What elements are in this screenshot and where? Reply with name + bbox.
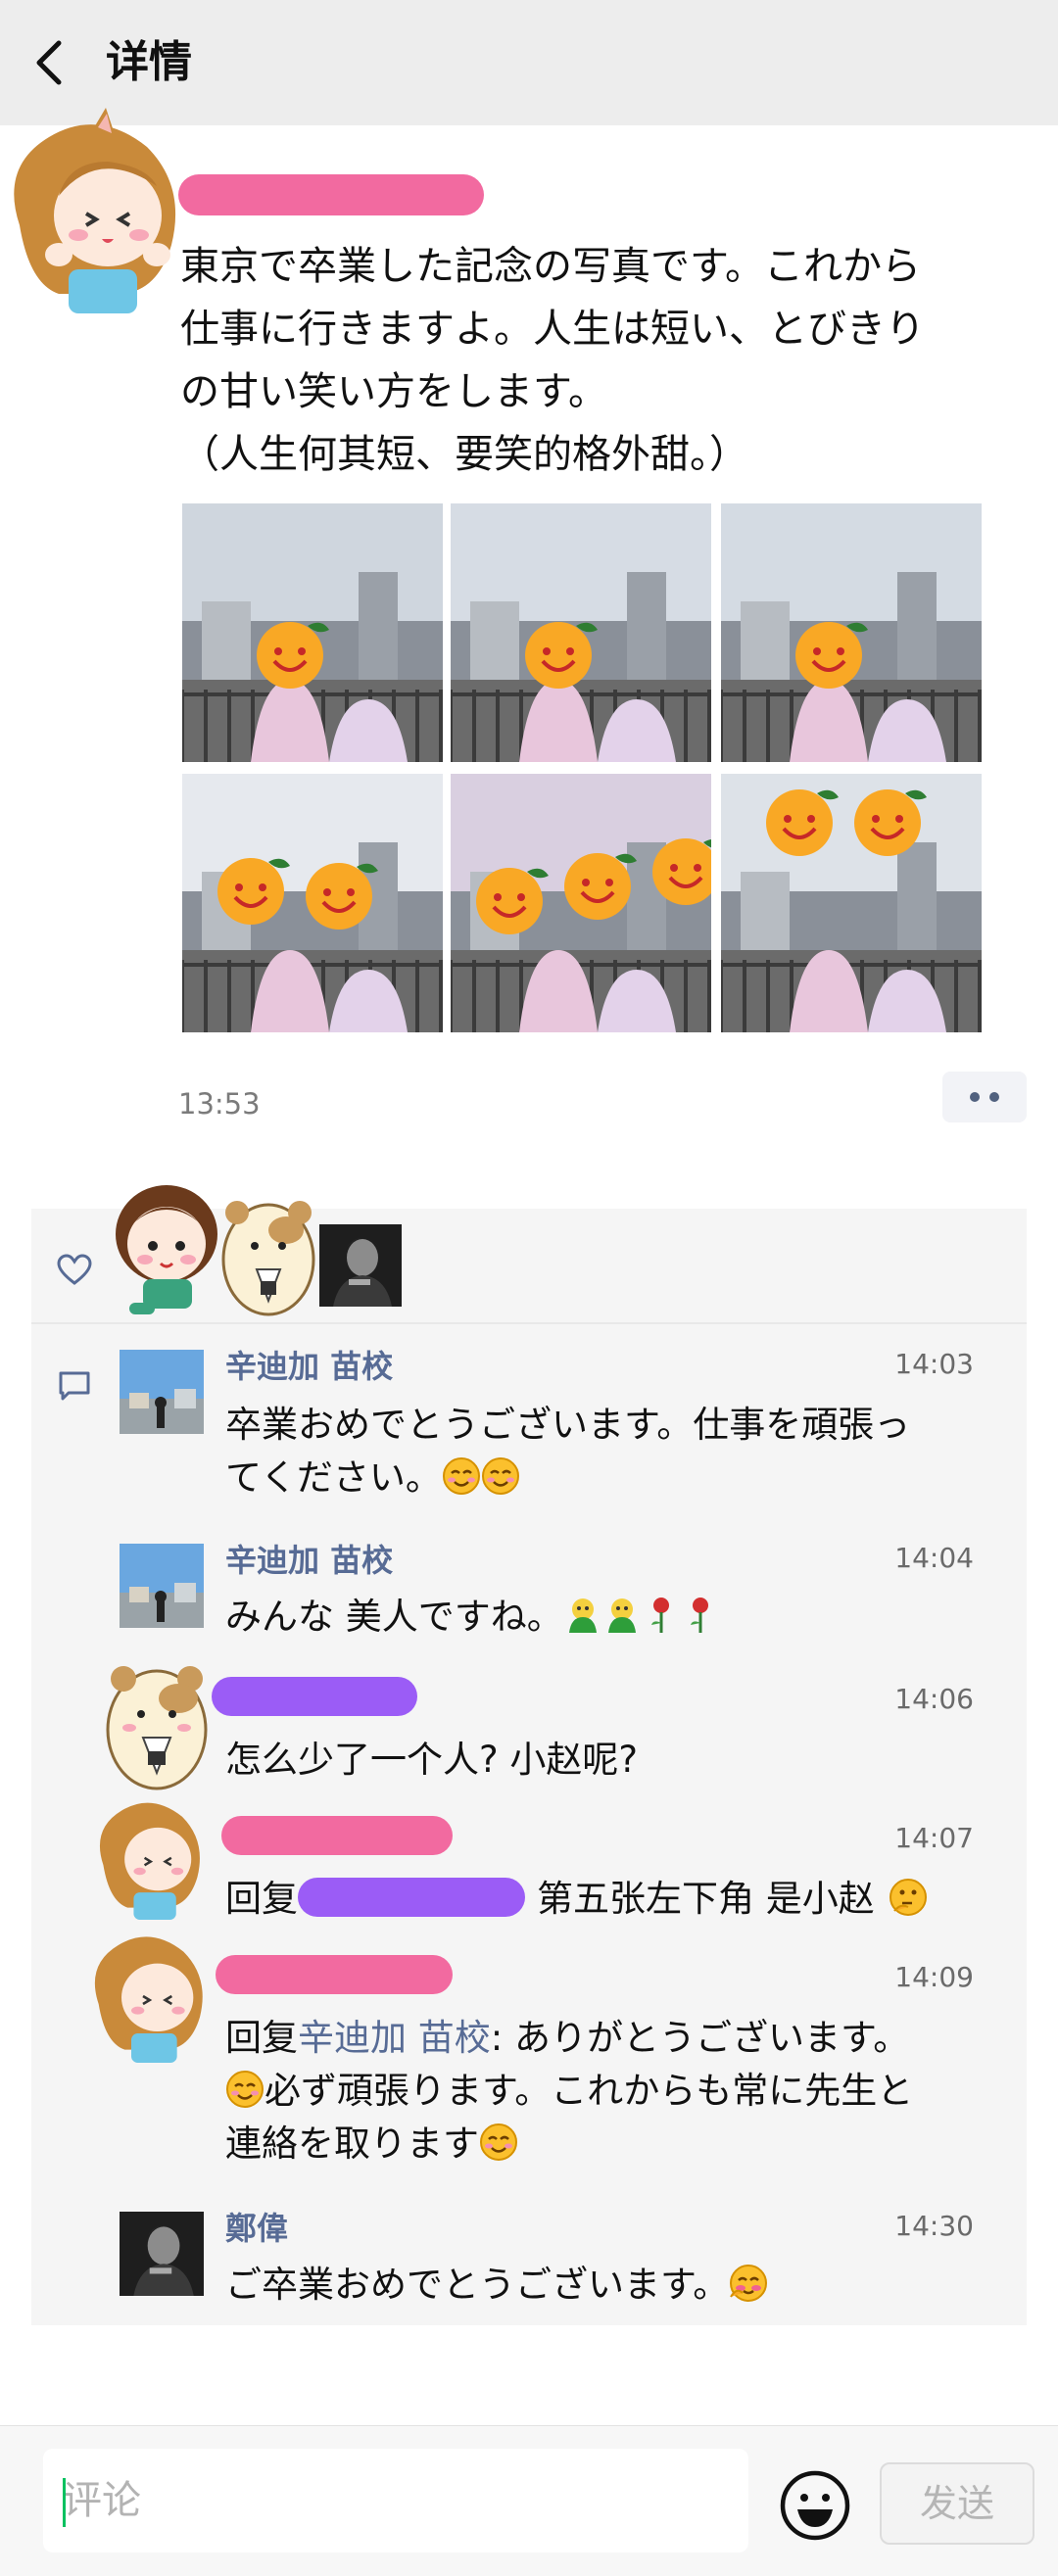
comment-time: 14:03 [894, 1348, 974, 1380]
comment-avatar[interactable] [120, 2212, 204, 2296]
comment-time: 14:07 [894, 1822, 974, 1854]
comment-text: 卒業おめでとうございます。仕事を頑張っ [225, 1404, 911, 1446]
comment-input[interactable] [43, 2449, 748, 2552]
thinking-face-emoji-icon [889, 1879, 927, 1916]
comment-text: 必ず頑張ります。これからも常に先生と [225, 2065, 913, 2118]
post-photo[interactable] [182, 503, 443, 762]
post-photo[interactable] [721, 774, 982, 1032]
comment-text: 怎么少了一个人? 小赵呢? [225, 1739, 639, 1781]
comment-avatar[interactable] [98, 1651, 216, 1796]
comment-avatar[interactable] [88, 1792, 216, 1920]
comment-time: 14:30 [894, 2210, 974, 2242]
comment-text: てください。 [225, 1452, 520, 1504]
comment-time: 14:06 [894, 1683, 974, 1715]
reply-target-link[interactable]: 辛迪加 苗校 [298, 2017, 491, 2059]
comment-text: 連絡を取ります [225, 2118, 518, 2171]
comment-text: 回复 第五张左下角 是小赵 [225, 1873, 928, 1926]
chevron-left-icon[interactable] [29, 37, 76, 88]
green-figure-emoji-icon [568, 1598, 597, 1633]
green-figure-emoji-icon [607, 1598, 636, 1633]
comment-time: 14:09 [894, 1961, 974, 1993]
comment-avatar[interactable] [82, 1926, 219, 2063]
comment-avatar[interactable] [120, 1350, 204, 1434]
comment-text: 回复辛迪加 苗校: ありがとうございます。 [225, 2017, 910, 2059]
send-button[interactable]: 发送 [880, 2462, 1034, 2545]
comment-author-redacted[interactable] [216, 1955, 453, 1994]
smiling-blush-emoji-icon [226, 2071, 264, 2108]
post-text-line: 仕事に行きますよ。人生は短い、とびきり [180, 307, 925, 352]
comment-text: みんな 美人ですね。 [225, 1591, 720, 1644]
post-timestamp: 13:53 [178, 1087, 261, 1121]
comment-time: 14:04 [894, 1542, 974, 1574]
post-photo[interactable] [451, 774, 711, 1032]
post-photo[interactable] [451, 503, 711, 762]
liker-avatar[interactable] [319, 1224, 402, 1307]
rose-emoji-icon [690, 1598, 708, 1633]
post-text-line: 東京で卒業した記念の写真です。これから [180, 244, 921, 289]
post-text-line: （人生何其短、要笑的格外甜。） [180, 432, 748, 477]
post-photo[interactable] [182, 774, 443, 1032]
comment-bubble-icon [57, 1369, 92, 1405]
more-options-button[interactable] [942, 1072, 1027, 1122]
author-name-redacted[interactable] [178, 174, 484, 215]
smiling-blush-emoji-icon [480, 2123, 517, 2161]
liker-avatar[interactable] [217, 1191, 319, 1328]
comment-avatar[interactable] [120, 1544, 204, 1628]
smiling-blush-emoji-icon [481, 1457, 519, 1495]
comment-author[interactable]: 鄭偉 [225, 2206, 288, 2251]
comment-author-redacted[interactable] [221, 1816, 453, 1855]
page-title: 详情 [106, 37, 192, 87]
rose-emoji-icon [650, 1598, 669, 1633]
heart-outline-icon [57, 1254, 92, 1287]
comment-author[interactable]: 辛迪加 苗校 [225, 1538, 393, 1583]
smiley-icon[interactable] [778, 2468, 852, 2543]
comment-author[interactable]: 辛迪加 苗校 [225, 1344, 393, 1389]
post-photo[interactable] [721, 503, 982, 762]
liker-avatar[interactable] [110, 1175, 225, 1320]
reply-target-redacted[interactable] [298, 1878, 525, 1917]
smiling-blush-emoji-icon [442, 1457, 480, 1495]
comment-author-redacted[interactable] [212, 1677, 417, 1716]
text-cursor [63, 2478, 66, 2527]
comment-text: ご卒業おめでとうございます。 [225, 2259, 768, 2312]
blushing-face-emoji-icon [730, 2265, 768, 2302]
post-text-line: の甘い笑い方をします。 [180, 369, 607, 414]
author-avatar[interactable] [0, 108, 196, 313]
likes-divider [31, 1322, 1027, 1324]
